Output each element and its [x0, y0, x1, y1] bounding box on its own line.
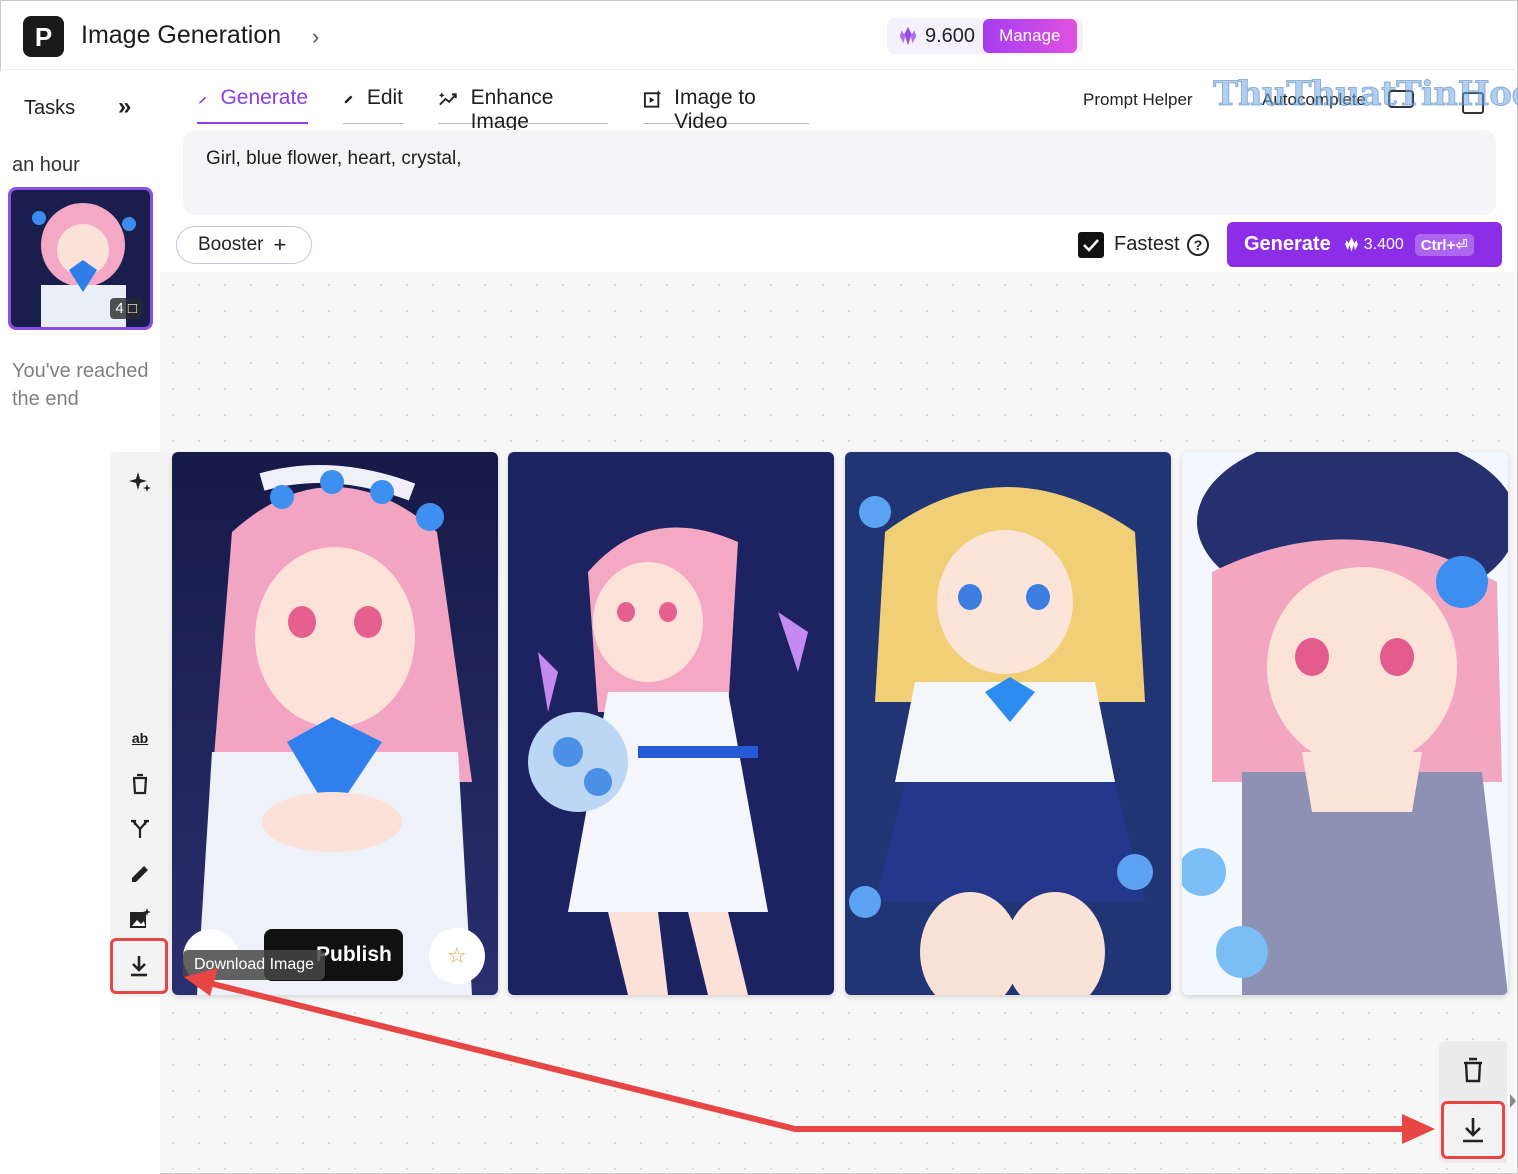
download-button[interactable] — [110, 938, 168, 994]
image-to-video-icon[interactable] — [124, 903, 156, 935]
app-logo[interactable]: P — [23, 16, 64, 57]
generate-button[interactable]: Generate 3.400 Ctrl+⏎ — [1227, 222, 1502, 267]
generate-cost: 3.400 — [1363, 235, 1404, 253]
sparkle-icon[interactable] — [124, 466, 156, 498]
page-title: Image Generation — [81, 21, 282, 49]
watermark: ThuThuatTinHoc.vn — [1212, 74, 1518, 115]
generated-image-4[interactable] — [1182, 452, 1508, 995]
check-icon — [1083, 239, 1099, 252]
keyboard-shortcut-badge: Ctrl+⏎ — [1414, 233, 1474, 256]
brush-icon — [198, 96, 207, 104]
tab-generate[interactable]: Generate — [197, 86, 308, 124]
collapse-toolbar-icon[interactable] — [1508, 1090, 1518, 1112]
generate-label: Generate — [1244, 233, 1331, 255]
credit-icon — [899, 26, 917, 46]
tab-label: Edit — [366, 86, 403, 109]
tab-label: Generate — [220, 86, 308, 109]
credits-value: 9.600 — [925, 24, 976, 47]
generated-image-3[interactable] — [845, 452, 1171, 995]
image-toolbar: ab — [110, 452, 170, 997]
booster-label: Booster — [198, 234, 264, 255]
task-thumbnail[interactable]: 4 □ — [8, 187, 153, 330]
booster-button[interactable]: Booster + — [176, 226, 312, 264]
end-of-list-text: You've reached the end — [12, 360, 149, 410]
pencil-icon[interactable] — [124, 858, 156, 890]
fastest-label: Fastest — [1114, 233, 1180, 255]
trash-icon[interactable] — [124, 768, 156, 800]
credits-widget: 9.600 Manage — [887, 18, 1083, 54]
download-icon — [1463, 1118, 1483, 1143]
star-icon[interactable]: ☆ — [429, 928, 485, 984]
expand-icon[interactable]: » — [118, 93, 131, 121]
tasks-label: Tasks — [24, 97, 76, 119]
generated-image-1[interactable] — [172, 452, 498, 995]
video-icon — [643, 90, 662, 108]
text-recognition-icon[interactable]: ab — [124, 722, 156, 754]
variation-icon[interactable] — [124, 813, 156, 845]
tab-edit[interactable]: Edit — [343, 86, 403, 124]
download-icon — [131, 956, 147, 977]
fastest-checkbox[interactable] — [1078, 232, 1104, 258]
download-tooltip: Download Image — [183, 950, 326, 980]
enhance-icon — [438, 92, 457, 106]
trash-icon[interactable] — [1461, 1057, 1485, 1088]
help-icon[interactable]: ? — [1187, 234, 1209, 256]
tab-label: Enhance Image — [470, 86, 554, 133]
download-all-button[interactable] — [1441, 1101, 1505, 1159]
tab-label: Image to Video — [674, 86, 756, 133]
prompt-input[interactable]: Girl, blue flower, heart, crystal, — [183, 130, 1496, 215]
top-bar: P Image Generation › 9.600 Manage — [0, 0, 1518, 70]
task-time-label: an hour — [12, 154, 80, 176]
manage-button[interactable]: Manage — [983, 19, 1077, 53]
plus-icon: + — [273, 232, 287, 257]
tab-image-to-video[interactable]: Image to Video — [643, 86, 809, 133]
pencil-icon — [344, 95, 353, 104]
image-count-badge: 4 □ — [110, 298, 142, 319]
chevron-right-icon[interactable]: › — [312, 24, 319, 50]
tab-enhance-image[interactable]: Enhance Image — [438, 86, 608, 133]
prompt-text: Girl, blue flower, heart, crystal, — [206, 148, 462, 169]
credit-icon — [1344, 237, 1358, 252]
generated-image-2[interactable] — [508, 452, 834, 995]
prompt-helper-button[interactable]: Prompt Helper — [1083, 90, 1193, 110]
